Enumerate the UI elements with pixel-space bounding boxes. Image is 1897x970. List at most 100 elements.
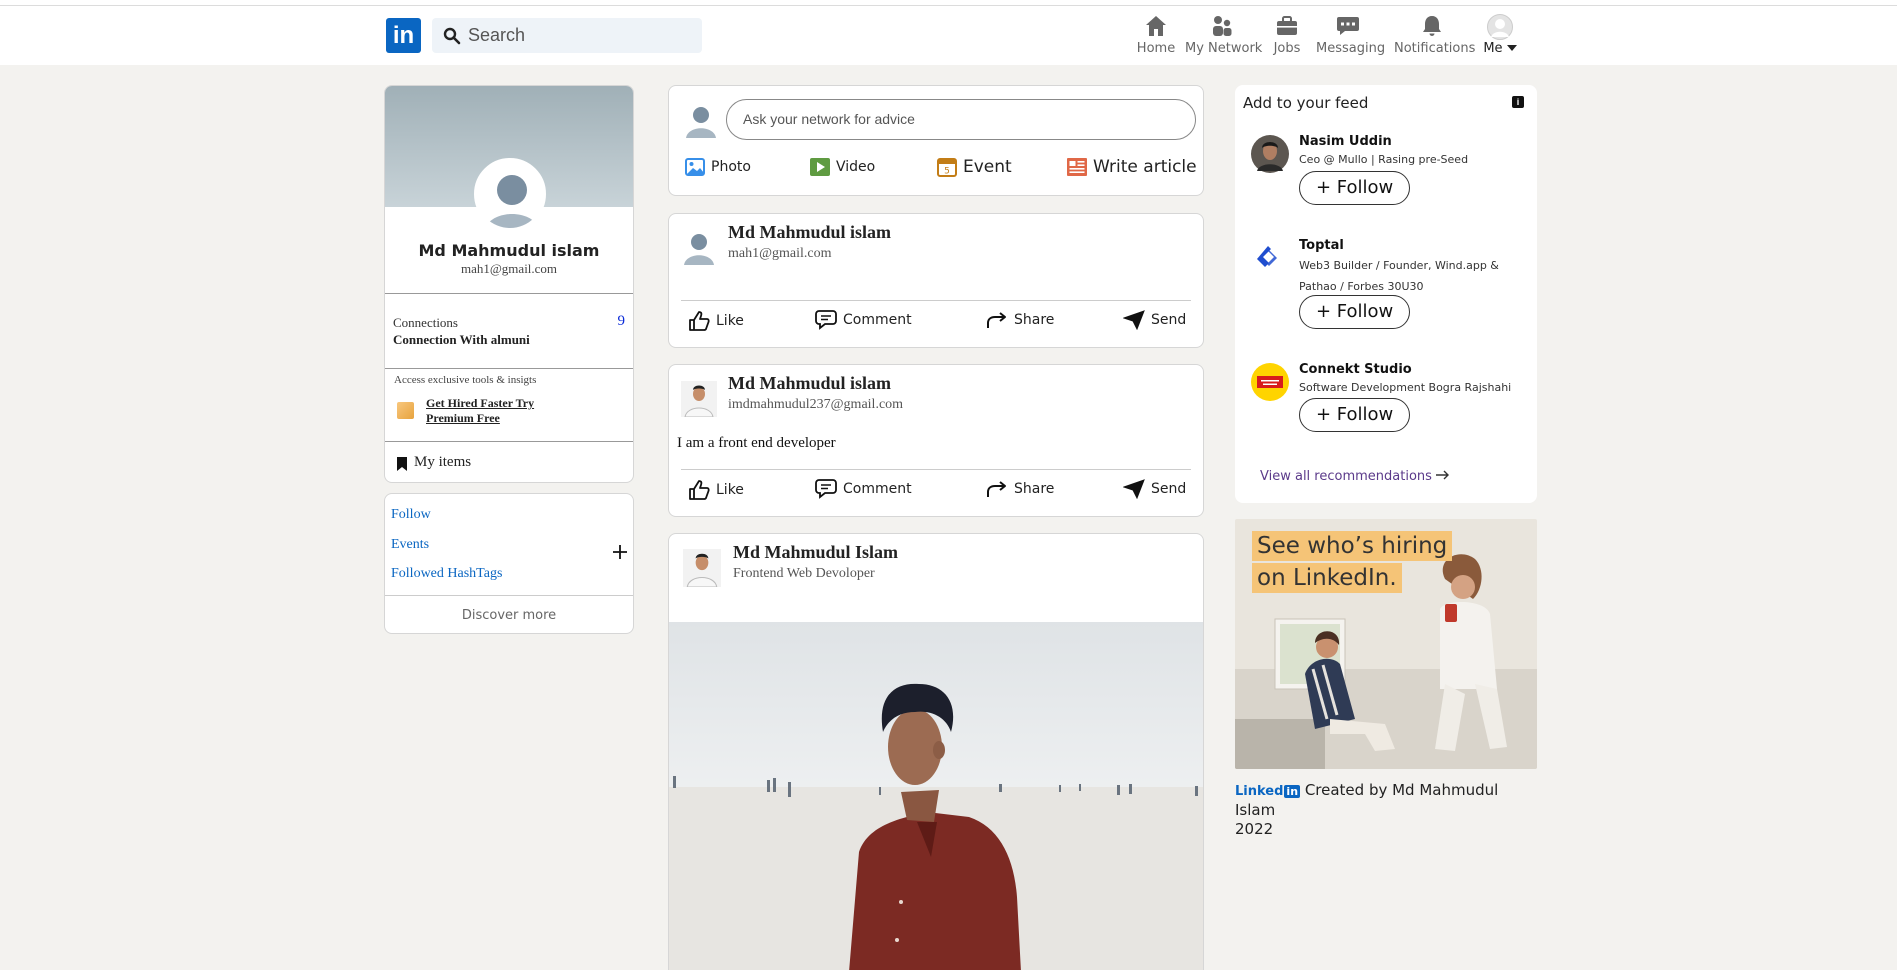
post-author-name[interactable]: Md Mahmudul islam bbox=[728, 222, 891, 243]
search-box[interactable] bbox=[432, 18, 702, 53]
link-events[interactable]: Events bbox=[391, 537, 429, 553]
profile-name[interactable]: Md Mahmudul islam bbox=[385, 241, 633, 260]
comment-button[interactable]: Comment bbox=[815, 479, 912, 499]
feed-item-name[interactable]: Nasim Uddin bbox=[1299, 134, 1392, 149]
like-button[interactable]: Like bbox=[688, 310, 744, 332]
post-author-name[interactable]: Md Mahmudul Islam bbox=[733, 542, 898, 563]
send-button[interactable]: Send bbox=[1123, 310, 1186, 330]
bookmark-icon bbox=[397, 457, 407, 471]
composer-photo-label: Photo bbox=[711, 159, 751, 175]
post-photo[interactable] bbox=[669, 622, 1204, 970]
top-navbar: in Home My Network Jobs Messaging Notifi… bbox=[0, 6, 1897, 65]
post-text: I am a front end developer bbox=[677, 435, 836, 451]
composer-event-label: Event bbox=[963, 157, 1012, 177]
share-label: Share bbox=[1014, 481, 1055, 497]
discover-card: Follow Events Followed HashTags Discover… bbox=[384, 493, 634, 634]
home-icon bbox=[1146, 16, 1166, 36]
connections-label: Connections bbox=[393, 315, 458, 330]
divider bbox=[385, 293, 633, 294]
divider bbox=[385, 441, 633, 442]
composer-write-article[interactable]: Write article bbox=[1067, 157, 1197, 177]
share-label: Share bbox=[1014, 312, 1055, 328]
nav-me-label: Me bbox=[1482, 41, 1518, 56]
comment-label: Comment bbox=[843, 312, 912, 328]
nav-notifications[interactable]: Notifications bbox=[1394, 14, 1475, 62]
premium-text: Access exclusive tools & insigts bbox=[394, 374, 537, 386]
nav-messaging[interactable]: Messaging bbox=[1316, 14, 1385, 62]
post-author-avatar[interactable] bbox=[683, 549, 721, 587]
feed-post: Md Mahmudul Islam Frontend Web Devoloper bbox=[668, 533, 1204, 970]
feed-item-name[interactable]: Connekt Studio bbox=[1299, 362, 1412, 377]
send-button[interactable]: Send bbox=[1123, 479, 1186, 499]
feed-item-desc: Web3 Builder / Founder, Wind.app & Patha… bbox=[1299, 259, 1499, 293]
chevron-down-icon bbox=[1506, 45, 1517, 51]
nav-home[interactable]: Home bbox=[1136, 14, 1176, 62]
nasim-avatar[interactable] bbox=[1251, 135, 1289, 173]
info-icon[interactable]: i bbox=[1512, 96, 1524, 108]
photo-icon bbox=[685, 158, 705, 176]
post-author-sub: imdmahmudul237@gmail.com bbox=[728, 397, 904, 412]
search-input[interactable] bbox=[468, 18, 693, 53]
linkedin-logo[interactable]: in bbox=[386, 18, 421, 53]
post-author-avatar[interactable] bbox=[681, 381, 717, 417]
send-label: Send bbox=[1151, 312, 1187, 328]
share-button[interactable]: Share bbox=[986, 310, 1054, 330]
my-items[interactable]: My items bbox=[414, 454, 471, 471]
footer-linkedin-logo[interactable]: Linked in bbox=[1235, 784, 1301, 799]
post-composer: Ask your network for advice Photo Video … bbox=[668, 85, 1204, 196]
divider bbox=[385, 595, 633, 596]
ad-headline-line1: See who’s hiring bbox=[1252, 531, 1453, 561]
composer-event[interactable]: 5 Event bbox=[937, 157, 1012, 177]
hiring-ad[interactable]: See who’s hiring on LinkedIn. bbox=[1235, 519, 1537, 769]
view-all-recommendations-link[interactable]: View all recommendations bbox=[1260, 469, 1450, 484]
profile-card: Md Mahmudul islam mah1@gmail.com Connect… bbox=[384, 85, 634, 483]
post-author-avatar[interactable] bbox=[681, 229, 717, 265]
start-post-input[interactable]: Ask your network for advice bbox=[726, 99, 1196, 140]
feed-item-desc: Software Development Bogra Rajshahi bbox=[1299, 381, 1512, 394]
comment-button[interactable]: Comment bbox=[815, 310, 912, 330]
link-follow[interactable]: Follow bbox=[391, 507, 431, 523]
toptal-logo[interactable] bbox=[1255, 245, 1279, 271]
search-icon bbox=[443, 27, 461, 45]
connekt-studio-logo[interactable] bbox=[1251, 363, 1289, 401]
follow-button[interactable]: + Follow bbox=[1299, 171, 1411, 205]
avatar-icon bbox=[1487, 14, 1513, 40]
connections-sub[interactable]: Connection With almuni bbox=[393, 332, 530, 348]
follow-button[interactable]: + Follow bbox=[1299, 295, 1411, 329]
send-label: Send bbox=[1151, 481, 1187, 497]
connections-count[interactable]: 9 bbox=[618, 313, 626, 330]
user-avatar[interactable] bbox=[683, 102, 719, 138]
comment-label: Comment bbox=[843, 481, 912, 497]
share-icon bbox=[987, 312, 1006, 328]
premium-link[interactable]: Get Hired Faster Try Premium Free bbox=[426, 396, 566, 426]
share-button[interactable]: Share bbox=[986, 479, 1054, 499]
composer-photo[interactable]: Photo bbox=[685, 158, 751, 176]
post-author-sub: mah1@gmail.com bbox=[728, 246, 832, 261]
nav-my-network[interactable]: My Network bbox=[1185, 14, 1262, 62]
calendar-icon: 5 bbox=[937, 158, 957, 177]
feed-post: Md Mahmudul islam mah1@gmail.com Like Co… bbox=[668, 213, 1204, 348]
comment-icon bbox=[815, 479, 837, 499]
nav-jobs[interactable]: Jobs bbox=[1270, 14, 1304, 62]
like-button[interactable]: Like bbox=[688, 479, 744, 501]
network-icon bbox=[1213, 16, 1232, 36]
feed-item-name[interactable]: Toptal bbox=[1299, 238, 1344, 253]
add-to-feed-title: Add to your feed bbox=[1243, 94, 1369, 112]
link-followed-hashtags[interactable]: Followed HashTags bbox=[391, 566, 502, 582]
post-author-name[interactable]: Md Mahmudul islam bbox=[728, 373, 891, 394]
briefcase-icon bbox=[1277, 16, 1297, 35]
composer-video-label: Video bbox=[836, 159, 876, 175]
profile-email: mah1@gmail.com bbox=[460, 261, 558, 276]
arrow-right-icon bbox=[1436, 470, 1450, 480]
like-label: Like bbox=[716, 482, 744, 498]
profile-avatar[interactable] bbox=[474, 158, 546, 230]
plus-icon[interactable] bbox=[613, 545, 627, 559]
premium-icon bbox=[397, 402, 414, 419]
divider bbox=[681, 300, 1191, 301]
nav-me[interactable]: Me bbox=[1482, 14, 1518, 62]
discover-more-button[interactable]: Discover more bbox=[385, 608, 633, 623]
follow-button[interactable]: + Follow bbox=[1299, 398, 1411, 432]
messaging-icon bbox=[1337, 17, 1359, 35]
composer-video[interactable]: Video bbox=[810, 158, 875, 176]
bell-icon bbox=[1423, 16, 1441, 36]
